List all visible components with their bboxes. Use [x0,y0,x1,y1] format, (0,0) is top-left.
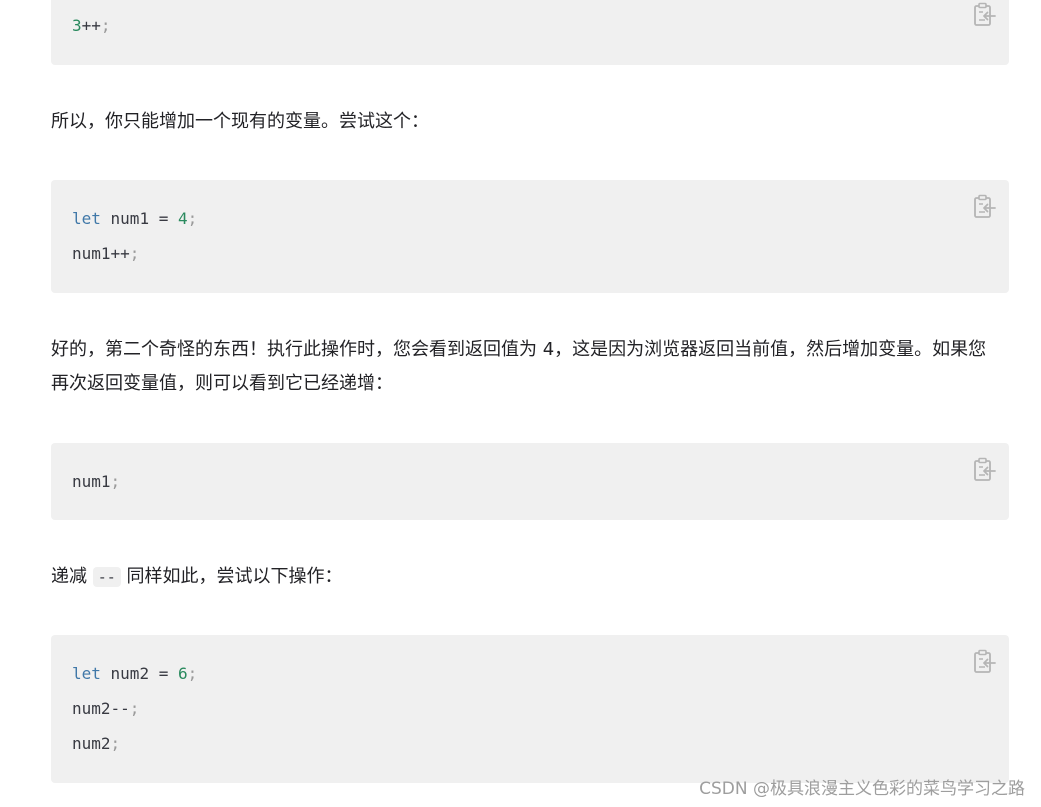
code-identifier: num2-- [72,699,130,718]
paragraph-text: 递减 [51,566,93,587]
code-line: num1++; [72,236,1009,271]
inline-code: -- [92,567,121,587]
code-line: 3++; [72,8,1009,43]
code-punctuation: ; [129,699,140,718]
code-punctuation: ; [187,664,198,683]
paragraph: 所以，你只能增加一个现有的变量。尝试这个： [51,111,429,132]
watermark: CSDN @极具浪漫主义色彩的菜鸟学习之路 [699,779,1025,799]
code-punctuation: ; [187,209,198,228]
code-identifier: num1 [72,472,111,491]
code-keyword: let [72,664,101,683]
copy-icon[interactable] [973,649,997,675]
copy-icon[interactable] [973,457,997,483]
code-punctuation: ; [100,16,111,35]
code-punctuation: ; [110,734,121,753]
code-identifier: num2 = [100,664,178,683]
code-number: 3 [72,16,82,35]
code-number: 6 [177,664,188,683]
paragraph: 好的，第二个奇怪的东西！执行此操作时，您会看到返回值为 4，这是因为浏览器返回当… [51,339,987,394]
code-line: let num1 = 4; [72,201,1009,236]
code-line: num2; [72,726,1009,761]
code-identifier: num2 [72,734,111,753]
copy-icon[interactable] [973,2,997,28]
code-keyword: let [72,209,101,228]
code-block: 3++; [51,0,1009,65]
code-operator: ++ [81,16,101,35]
code-block: let num1 = 4; num1++; [51,180,1009,293]
code-block: num1; [51,443,1009,520]
code-line: let num2 = 6; [72,656,1009,691]
copy-icon[interactable] [973,194,997,220]
code-line: num1; [72,464,1009,499]
code-line: num2--; [72,691,1009,726]
code-punctuation: ; [110,472,121,491]
code-identifier: num1 = [100,209,178,228]
code-block: let num2 = 6; num2--; num2; [51,635,1009,783]
code-number: 4 [177,209,188,228]
paragraph: 递减 -- 同样如此，尝试以下操作： [51,560,1001,594]
code-punctuation: ; [129,244,140,263]
code-identifier: num1++ [72,244,130,263]
paragraph-text: 同样如此，尝试以下操作： [120,566,343,587]
